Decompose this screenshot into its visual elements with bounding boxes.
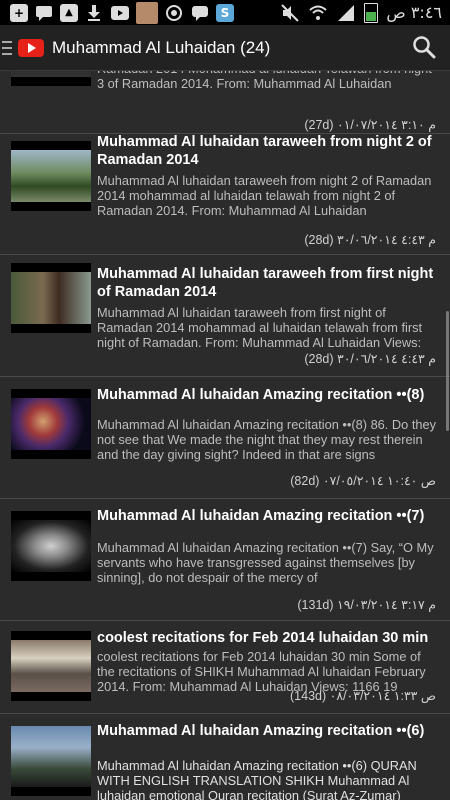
- search-icon[interactable]: [412, 35, 436, 59]
- video-title[interactable]: Muhammad Al luhaidan Amazing recitation …: [97, 507, 436, 525]
- video-description: Muhammad Al luhaidan Amazing recitation …: [97, 417, 436, 462]
- video-meta: (27d) م ٣:١٠ ٠١/٠٧/٢٠١٤: [304, 118, 436, 132]
- video-thumbnail[interactable]: [11, 71, 91, 86]
- gallery-icon: ▲: [60, 3, 78, 22]
- mute-icon: [280, 3, 300, 23]
- list-item[interactable]: Muhammad Al luhaidan Amazing recitation …: [0, 377, 450, 499]
- video-description: Ramadan 2014 Mohammad al luhaidan Telawa…: [97, 71, 432, 91]
- signal-icon: [336, 3, 356, 23]
- skype-icon: S: [216, 3, 234, 22]
- video-description: Muhammad Al luhaidan Amazing recitation …: [97, 758, 417, 800]
- video-title[interactable]: coolest recitations for Feb 2014 luhaida…: [97, 629, 436, 647]
- system-icons: ٣:٤٦ ص: [280, 2, 450, 23]
- notification-icons: + ▲ S: [0, 1, 234, 24]
- list-item[interactable]: Ramadan 2014 Mohammad al luhaidan Telawa…: [0, 71, 450, 134]
- page-title: Muhammad Al Luhaidan (24): [52, 37, 271, 57]
- plus-icon: +: [10, 3, 28, 22]
- video-meta: (28d) م ٤:٤٣ ٣٠/٠٦/٢٠١٤: [304, 352, 436, 366]
- list-item[interactable]: Muhammad Al luhaidan Amazing recitation …: [0, 714, 450, 800]
- video-description: Muhammad Al luhaidan taraweeh from first…: [97, 305, 423, 350]
- video-meta: (82d) ص ١٠:٤٠ ٠٧/٠٥/٢٠١٤: [290, 474, 436, 488]
- bbm-icon: [190, 3, 210, 23]
- list-item[interactable]: coolest recitations for Feb 2014 luhaida…: [0, 621, 450, 714]
- video-title[interactable]: Muhammad Al luhaidan taraweeh from first…: [97, 265, 436, 301]
- video-meta: (131d) م ٣:١٧ ١٩/٠٣/٢٠١٤: [297, 598, 436, 612]
- scrollbar[interactable]: [446, 311, 449, 431]
- video-description: Muhammad Al luhaidan Amazing recitation …: [97, 540, 434, 585]
- action-bar: Muhammad Al Luhaidan (24): [0, 25, 450, 71]
- list-item[interactable]: Muhammad Al luhaidan taraweeh from first…: [0, 255, 450, 377]
- menu-icon[interactable]: [2, 40, 12, 55]
- youtube-logo-icon[interactable]: [18, 38, 44, 57]
- video-thumbnail[interactable]: [11, 726, 91, 796]
- battery-icon: [364, 2, 379, 23]
- video-title[interactable]: Muhammad Al luhaidan Amazing recitation …: [97, 722, 436, 740]
- list-item[interactable]: Muhammad Al luhaidan taraweeh from night…: [0, 133, 450, 255]
- whatsapp-icon: [164, 3, 184, 23]
- wifi-icon: [308, 3, 328, 23]
- video-thumbnail[interactable]: [11, 141, 91, 211]
- video-title[interactable]: Muhammad Al luhaidan taraweeh from night…: [97, 133, 436, 169]
- video-thumbnail[interactable]: [11, 511, 91, 581]
- list-item[interactable]: Muhammad Al luhaidan Amazing recitation …: [0, 499, 450, 621]
- video-title[interactable]: Muhammad Al luhaidan Amazing recitation …: [97, 386, 436, 404]
- clock: ٣:٤٦ ص: [386, 3, 442, 22]
- video-thumbnail[interactable]: [11, 263, 91, 333]
- status-bar: + ▲ S ٣:٤٦ ص: [0, 0, 450, 25]
- video-meta: (28d) م ٤:٤٣ ٣٠/٠٦/٢٠١٤: [304, 233, 436, 247]
- video-list[interactable]: Ramadan 2014 Mohammad al luhaidan Telawa…: [0, 71, 450, 800]
- video-description: Muhammad Al luhaidan taraweeh from night…: [97, 173, 432, 218]
- avatar: [136, 1, 158, 24]
- video-thumbnail[interactable]: [11, 389, 91, 459]
- download-icon: [84, 3, 104, 23]
- chat-icon: [34, 3, 54, 23]
- youtube-icon: [110, 3, 130, 23]
- video-meta: (143d) ص ١:٣٣ ٠٨/٠٣/٢٠١٤: [290, 689, 436, 703]
- video-thumbnail[interactable]: [11, 631, 91, 701]
